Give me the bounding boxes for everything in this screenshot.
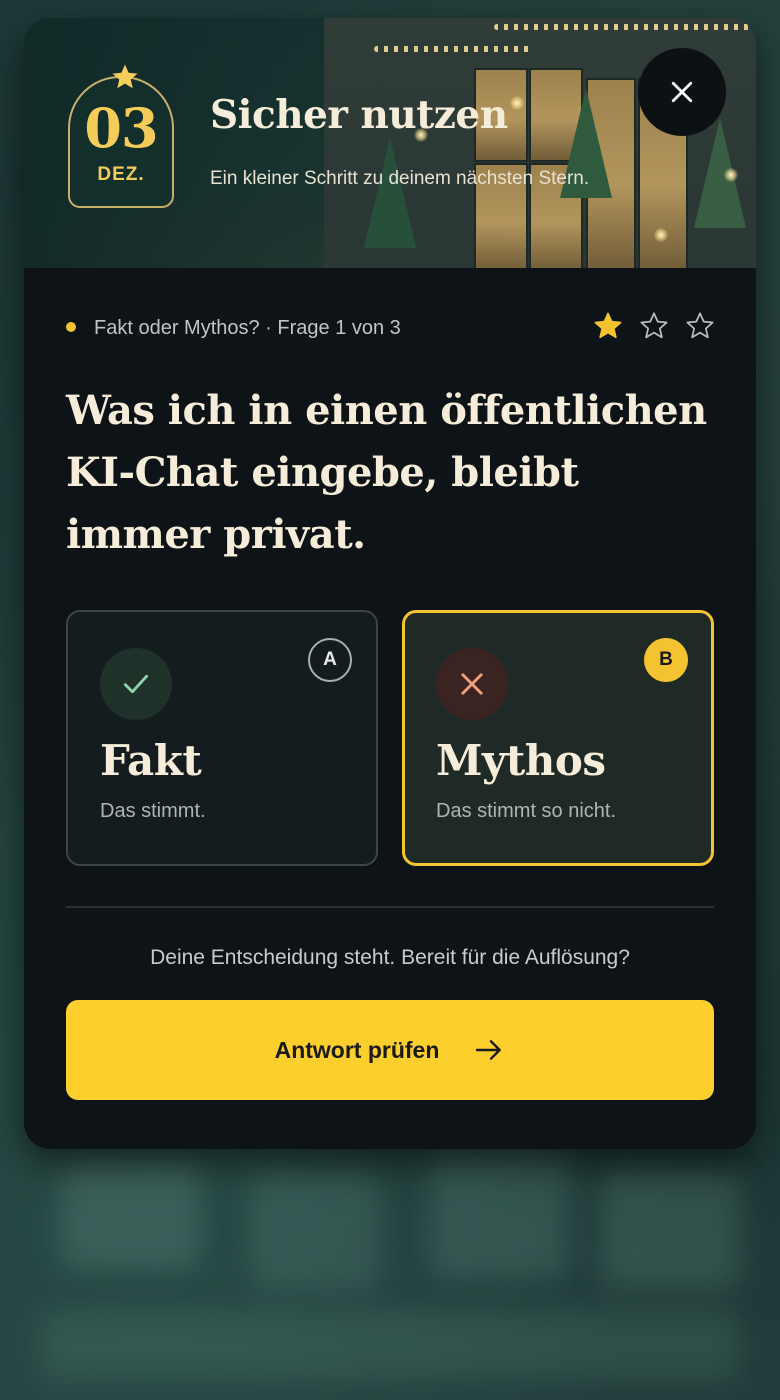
divider: [66, 906, 714, 908]
background-blur: [40, 1310, 740, 1380]
option-letter: A: [308, 638, 352, 682]
star-icon: [112, 64, 138, 89]
option-mythos[interactable]: B Mythos Das stimmt so nicht.: [402, 610, 714, 866]
star-rating: [592, 310, 716, 344]
option-letter: B: [644, 638, 688, 682]
page-title: Sicher nutzen: [210, 92, 508, 138]
option-icon: [436, 648, 508, 720]
background-blur: [60, 1160, 200, 1270]
close-button[interactable]: [638, 48, 726, 136]
option-title: Fakt: [100, 736, 202, 785]
star-filled-icon: [594, 312, 622, 339]
star-outline-icon: [686, 312, 714, 339]
quiz-modal: 03 DEZ. Sicher nutzen Ein kleiner Schrit…: [24, 18, 756, 1149]
hero-header: 03 DEZ. Sicher nutzen Ein kleiner Schrit…: [24, 18, 756, 268]
option-description: Das stimmt so nicht.: [436, 800, 617, 822]
background-blur: [600, 1170, 740, 1290]
question-text: Was ich in einen öffentlichen KI-Chat ei…: [66, 387, 707, 558]
date-badge: 03 DEZ.: [68, 64, 174, 208]
progress-dot: [66, 322, 76, 332]
option-fakt[interactable]: A Fakt Das stimmt.: [66, 610, 378, 866]
cross-icon: [461, 673, 483, 695]
date-month: DEZ.: [97, 164, 145, 185]
star-outline-icon: [640, 312, 668, 339]
check-icon: [123, 674, 149, 694]
progress-label: Fakt oder Mythos? · Frage 1 von 3: [94, 317, 401, 339]
arrow-right-icon: [476, 1040, 502, 1060]
submit-button-label: Antwort prüfen: [274, 1036, 440, 1063]
option-description: Das stimmt.: [100, 800, 206, 822]
option-icon: [100, 648, 172, 720]
date-day: 03: [84, 96, 158, 160]
page-subtitle: Ein kleiner Schritt zu deinem nächsten S…: [210, 168, 590, 189]
background-blur: [430, 1150, 570, 1280]
close-icon: [671, 81, 693, 103]
status-text: Deine Entscheidung steht. Bereit für die…: [150, 946, 630, 969]
option-title: Mythos: [436, 736, 606, 785]
submit-answer-button[interactable]: Antwort prüfen: [66, 1000, 714, 1100]
progress-row: Fakt oder Mythos? · Frage 1 von 3: [66, 312, 716, 342]
background-blur: [250, 1170, 380, 1290]
